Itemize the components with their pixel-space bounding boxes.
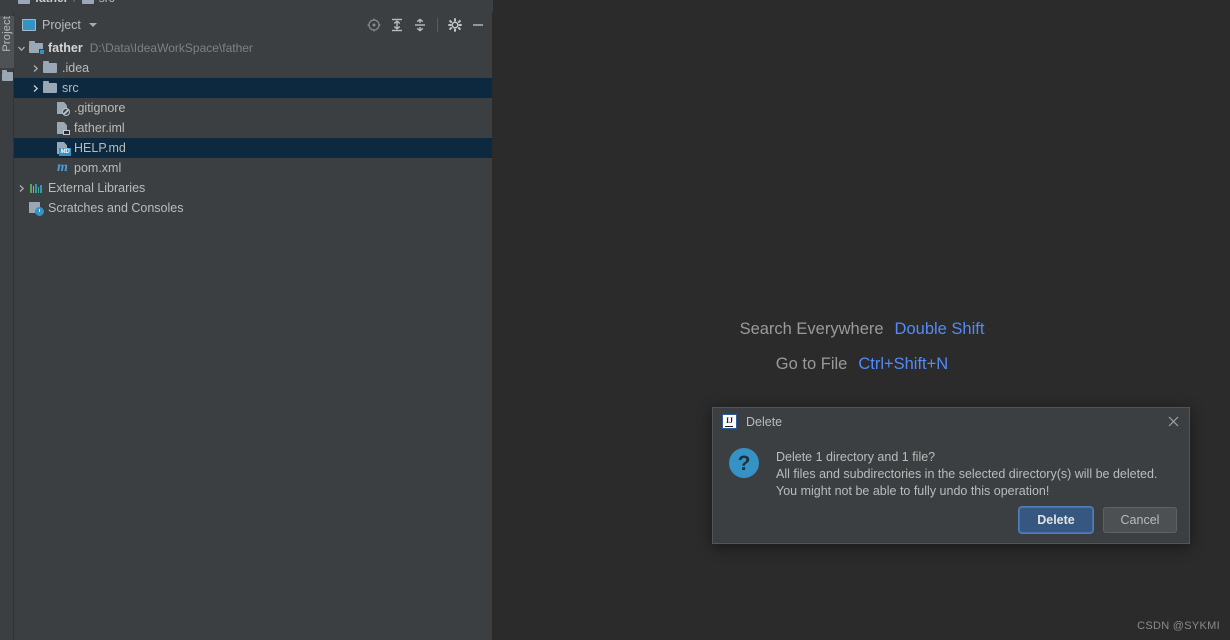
breadcrumb-folder-icon-2 <box>81 0 94 4</box>
tree-label: External Libraries <box>48 181 146 195</box>
maven-file-icon: m <box>57 160 68 175</box>
tree-label: HELP.md <box>74 141 126 155</box>
tree-label: .gitignore <box>74 101 126 115</box>
delete-button[interactable]: Delete <box>1019 507 1093 533</box>
minimize-icon[interactable] <box>468 15 488 35</box>
close-icon[interactable] <box>1166 414 1181 429</box>
hint-label: Go to File <box>775 355 848 373</box>
tree-row-external-libraries[interactable]: External Libraries <box>14 178 492 198</box>
watermark: CSDN @SYKMI <box>1137 620 1220 632</box>
scratches-icon <box>28 200 44 216</box>
dialog-body: ? Delete 1 directory and 1 file? All fil… <box>713 435 1189 500</box>
breadcrumb: father / src <box>0 0 493 12</box>
logo-text: IJ <box>725 415 734 425</box>
cancel-button[interactable]: Cancel <box>1103 507 1177 533</box>
dialog-buttons: Delete Cancel <box>1019 507 1177 533</box>
tree-row-idea[interactable]: .idea <box>14 58 492 78</box>
project-panel-title: Project <box>42 18 81 32</box>
tree-label: src <box>62 81 79 95</box>
expand-all-icon[interactable] <box>387 15 407 35</box>
crosshair-target-icon[interactable] <box>364 15 384 35</box>
tool-window-tab-project[interactable]: Project <box>0 16 14 68</box>
folder-icon <box>42 60 58 76</box>
tree-row-father[interactable]: father D:\Data\IdeaWorkSpace\father <box>14 38 492 58</box>
tree-label: father <box>48 41 83 55</box>
editor-empty-hints: Search Everywhere Double Shift Go to Fil… <box>494 320 1230 374</box>
dialog-title: Delete <box>746 414 783 429</box>
chevron-expanded-icon[interactable] <box>14 38 28 58</box>
project-icon <box>22 19 36 31</box>
tree-row-scratches-and-consoles[interactable]: Scratches and Consoles <box>14 198 492 218</box>
editor-area: Search Everywhere Double Shift Go to Fil… <box>494 12 1230 640</box>
tree-row-pom-xml[interactable]: m pom.xml <box>14 158 492 178</box>
dialog-message: Delete 1 directory and 1 file? All files… <box>776 448 1157 500</box>
tree-label: .idea <box>62 61 90 75</box>
chevron-down-icon[interactable] <box>88 23 97 27</box>
tool-window-tab-label: Project <box>1 16 13 52</box>
chevron-collapsed-icon[interactable] <box>14 178 28 198</box>
question-mark-icon: ? <box>729 448 759 478</box>
tree-label: pom.xml <box>74 161 122 175</box>
tree-row-father-iml[interactable]: father.iml <box>14 118 492 138</box>
libraries-icon <box>28 180 44 196</box>
chevron-collapsed-icon[interactable] <box>28 78 42 98</box>
tree-row-src[interactable]: src <box>14 78 492 98</box>
chevron-collapsed-icon[interactable] <box>28 58 42 78</box>
dialog-message-line: All files and subdirectories in the sele… <box>776 467 1158 481</box>
module-folder-icon <box>28 40 45 56</box>
project-tool-window: Project father D:\Data\IdeaWorkSpace\fat… <box>14 12 493 640</box>
breadcrumb-segment-1[interactable]: src <box>99 0 115 5</box>
tree-path: D:\Data\IdeaWorkSpace\father <box>89 41 253 55</box>
ide-window: father / src Project Project <box>0 0 1230 640</box>
folder-icon[interactable] <box>2 70 13 81</box>
breadcrumb-folder-icon <box>18 0 30 4</box>
gitignore-file-icon <box>54 100 70 116</box>
markdown-file-icon: MD <box>54 140 71 156</box>
intellij-idea-logo-icon: IJ <box>722 414 737 429</box>
collapse-all-icon[interactable] <box>410 15 430 35</box>
hint-label: Search Everywhere <box>739 320 884 338</box>
dialog-message-line: Delete 1 directory and 1 file? <box>776 450 936 464</box>
folder-icon <box>42 80 58 96</box>
breadcrumb-separator: / <box>73 0 76 5</box>
left-tool-strip: Project <box>0 12 14 640</box>
tree-label: father.iml <box>74 121 125 135</box>
dialog-titlebar[interactable]: IJ Delete <box>713 408 1189 435</box>
tree-row-gitignore[interactable]: .gitignore <box>14 98 492 118</box>
dialog-message-line: You might not be able to fully undo this… <box>776 484 1050 498</box>
breadcrumb-segment-0[interactable]: father <box>35 0 68 5</box>
hint-shortcut: Ctrl+Shift+N <box>858 355 949 373</box>
project-tree[interactable]: father D:\Data\IdeaWorkSpace\father .ide… <box>14 38 492 218</box>
iml-file-icon <box>54 120 70 136</box>
delete-dialog: IJ Delete ? Delete 1 directory and 1 fil… <box>712 407 1190 544</box>
gear-icon[interactable] <box>445 15 465 35</box>
tree-label: Scratches and Consoles <box>48 201 184 215</box>
tree-row-help-md[interactable]: MD HELP.md <box>14 138 492 158</box>
project-panel-actions <box>364 12 488 38</box>
project-view-selector[interactable]: Project <box>22 18 97 32</box>
hint-shortcut: Double Shift <box>894 320 985 338</box>
project-panel-header: Project <box>14 12 492 38</box>
toolbar-divider <box>437 18 438 32</box>
hint-search-everywhere: Search Everywhere Double Shift <box>740 320 985 339</box>
question-glyph: ? <box>737 451 751 475</box>
hint-go-to-file: Go to File Ctrl+Shift+N <box>776 355 948 374</box>
